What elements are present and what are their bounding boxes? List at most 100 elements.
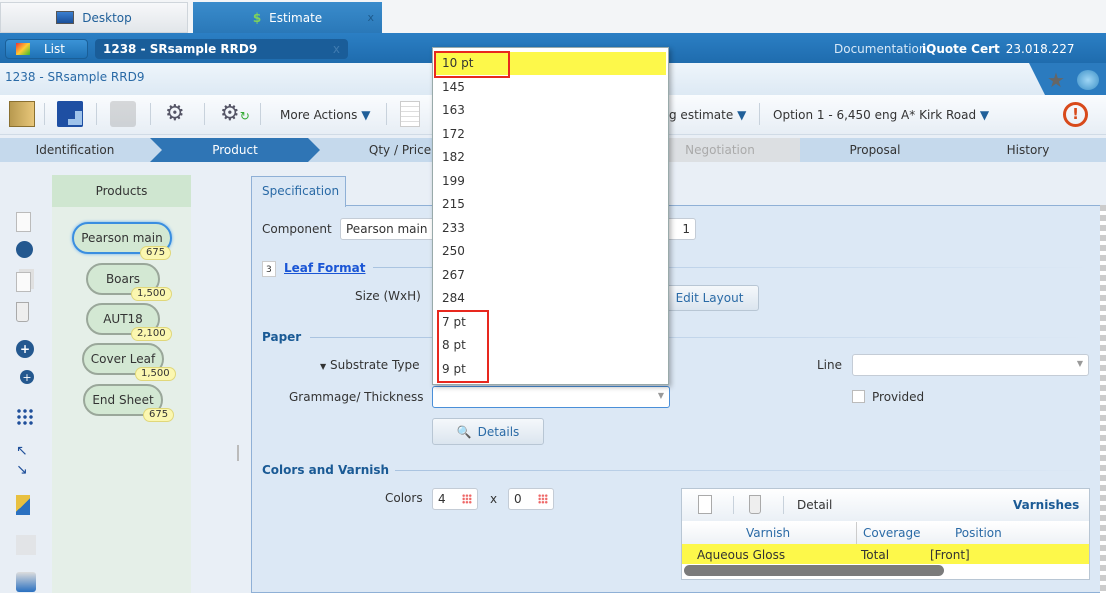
print-icon bbox=[110, 101, 136, 127]
divider bbox=[96, 103, 97, 125]
save-icon[interactable] bbox=[57, 101, 83, 127]
size-label: Size (WxH) bbox=[355, 289, 421, 303]
component-select[interactable]: Pearson main bbox=[340, 218, 440, 240]
grid-icon[interactable] bbox=[16, 408, 34, 426]
horizontal-scrollbar[interactable] bbox=[684, 565, 944, 576]
new-varnish-icon[interactable] bbox=[698, 495, 712, 514]
tab-desktop[interactable]: Desktop bbox=[0, 2, 188, 33]
add-item-icon[interactable] bbox=[16, 241, 33, 258]
dropdown-option[interactable]: 145 bbox=[442, 76, 465, 99]
globe-icon[interactable] bbox=[1077, 70, 1099, 90]
delete-varnish-icon[interactable] bbox=[749, 495, 761, 514]
dropdown-option[interactable]: 199 bbox=[442, 170, 465, 193]
dropdown-option[interactable]: 284 bbox=[442, 287, 465, 310]
documentation-link[interactable]: Documentation bbox=[834, 42, 927, 56]
estimate-menu[interactable]: g estimate ▼ bbox=[669, 108, 746, 122]
printer-icon[interactable] bbox=[16, 572, 36, 592]
leaf-format-link[interactable]: Leaf Format bbox=[284, 261, 366, 275]
dropdown-option[interactable]: 172 bbox=[442, 123, 465, 146]
new-document-icon[interactable] bbox=[16, 212, 31, 232]
divider bbox=[44, 103, 45, 125]
divider bbox=[310, 337, 1090, 338]
line-select[interactable]: ▼ bbox=[852, 354, 1089, 376]
color-palette-icon[interactable] bbox=[462, 494, 472, 504]
divider bbox=[204, 103, 205, 125]
dropdown-option[interactable]: 233 bbox=[442, 217, 465, 240]
edit-layout-button[interactable]: Edit Layout bbox=[660, 285, 759, 311]
column-varnish[interactable]: Varnish bbox=[746, 526, 790, 540]
more-actions-menu[interactable]: More Actions ▼ bbox=[280, 108, 370, 122]
list-button[interactable]: List bbox=[5, 39, 88, 59]
tab-estimate[interactable]: $ Estimate x bbox=[193, 2, 382, 33]
divider bbox=[260, 103, 261, 125]
quantity-badge: 675 bbox=[140, 246, 172, 260]
quantity-badge: 1,500 bbox=[135, 367, 176, 381]
breadcrumb[interactable]: 1238 - SRsample RRD9 bbox=[5, 70, 144, 84]
warning-icon[interactable]: ! bbox=[1063, 102, 1088, 127]
dropdown-option[interactable]: 267 bbox=[442, 264, 465, 287]
provided-label: Provided bbox=[872, 390, 925, 404]
annotation-box-7-9pt bbox=[437, 310, 489, 383]
panel-splitter[interactable] bbox=[237, 445, 239, 461]
close-document-button[interactable]: x bbox=[333, 39, 340, 59]
add-circle-icon[interactable]: + bbox=[16, 340, 34, 358]
grammage-select[interactable]: ▼ bbox=[432, 386, 670, 408]
close-tab-button[interactable]: x bbox=[367, 11, 374, 24]
step-product[interactable]: Product bbox=[150, 138, 320, 162]
colors-back-input[interactable]: 0 bbox=[508, 488, 554, 510]
varnish-cell: Aqueous Gloss bbox=[697, 548, 786, 562]
recalculate-icon[interactable]: ⚙↻ bbox=[220, 101, 250, 127]
position-cell: [Front] bbox=[930, 548, 970, 562]
component-label: Component bbox=[262, 222, 332, 236]
varnish-detail-button[interactable]: Detail bbox=[797, 498, 832, 512]
color-palette-icon[interactable] bbox=[538, 494, 548, 504]
column-position[interactable]: Position bbox=[955, 526, 1002, 540]
move-down-icon[interactable]: ↘ bbox=[16, 462, 36, 482]
app-version: iQuote Cert 23.018.227 bbox=[922, 42, 1075, 56]
scroll-edge bbox=[1100, 205, 1106, 593]
annotation-box-10pt bbox=[434, 51, 510, 78]
quantity-badge: 2,100 bbox=[131, 327, 172, 341]
coverage-cell: Total bbox=[861, 548, 890, 562]
colors-varnish-section: Colors and Varnish bbox=[262, 463, 390, 477]
provided-checkbox[interactable] bbox=[852, 390, 865, 403]
divider bbox=[386, 103, 387, 125]
dropdown-option[interactable]: 215 bbox=[442, 193, 465, 216]
exit-door-icon[interactable] bbox=[9, 101, 35, 127]
document-tab[interactable]: 1238 - SRsample RRD9 x bbox=[95, 39, 348, 59]
line-label: Line bbox=[817, 358, 843, 372]
tab-specification[interactable]: Specification bbox=[251, 176, 346, 207]
divider bbox=[783, 496, 784, 514]
star-icon[interactable]: ★ bbox=[1047, 68, 1065, 92]
dropdown-option[interactable]: 250 bbox=[442, 240, 465, 263]
step-identification[interactable]: Identification bbox=[0, 138, 150, 162]
column-coverage[interactable]: Coverage bbox=[863, 526, 921, 540]
dropdown-option[interactable]: 182 bbox=[442, 146, 465, 169]
add-sub-icon[interactable]: + bbox=[20, 370, 34, 384]
varnishes-title: Varnishes bbox=[1013, 498, 1080, 512]
colors-label: Colors bbox=[385, 491, 423, 505]
divider bbox=[150, 103, 151, 125]
quantity-badge: 1,500 bbox=[131, 287, 172, 301]
estimate-icon: $ bbox=[252, 10, 262, 25]
book-icon[interactable] bbox=[16, 495, 30, 515]
grammage-label: Grammage/ Thickness bbox=[289, 390, 424, 404]
dropdown-option[interactable]: 163 bbox=[442, 99, 465, 122]
gears-icon[interactable]: ⚙ bbox=[165, 101, 191, 127]
quantity-badge: 675 bbox=[143, 408, 175, 422]
step-history[interactable]: History bbox=[950, 138, 1106, 162]
copy-icon[interactable] bbox=[16, 272, 31, 292]
substrate-type-label[interactable]: ▼ Substrate Type bbox=[320, 358, 420, 372]
divider bbox=[733, 496, 734, 514]
divider bbox=[395, 470, 1095, 471]
option-menu[interactable]: Option 1 - 6,450 eng A* Kirk Road ▼ bbox=[773, 108, 989, 122]
paper-section: Paper bbox=[262, 330, 302, 344]
step-proposal[interactable]: Proposal bbox=[800, 138, 950, 162]
trash-icon[interactable] bbox=[16, 302, 29, 322]
move-up-icon[interactable]: ↖ bbox=[16, 443, 36, 463]
products-header: Products bbox=[52, 175, 191, 207]
monitor-icon bbox=[56, 11, 75, 24]
colors-front-input[interactable]: 4 bbox=[432, 488, 478, 510]
divider bbox=[759, 103, 760, 125]
details-button[interactable]: 🔍 Details bbox=[432, 418, 544, 445]
